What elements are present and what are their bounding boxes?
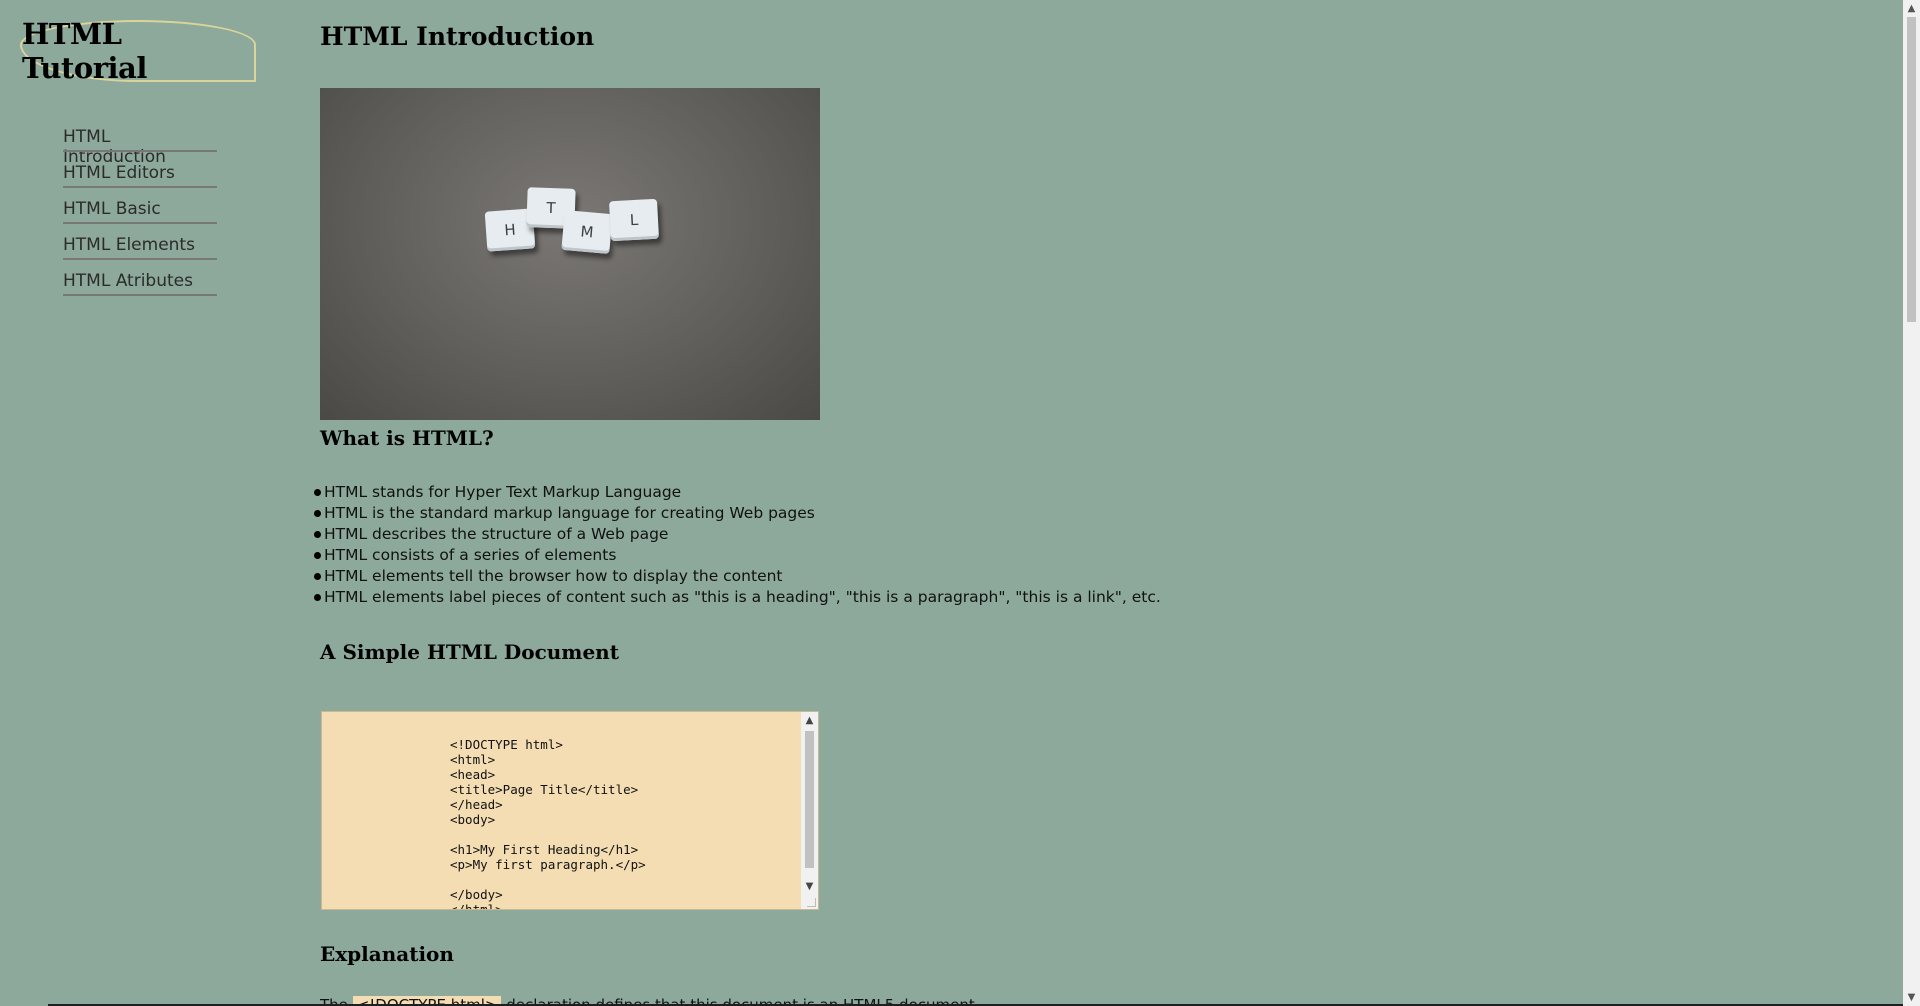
sidebar-item-editors[interactable]: HTML Editors xyxy=(63,160,217,196)
tile-l: L xyxy=(608,198,660,242)
html-facts-list: HTML stands for Hyper Text Markup Langua… xyxy=(314,482,1161,608)
code-sample: <!DOCTYPE html> <html> <head> <title>Pag… xyxy=(450,737,646,910)
sidebar-item-elements[interactable]: HTML Elements xyxy=(63,232,217,268)
code-scroll-thumb[interactable] xyxy=(805,731,814,868)
list-item: HTML consists of a series of elements xyxy=(314,545,1161,566)
what-is-html-heading: What is HTML? xyxy=(320,426,494,450)
page-scroll-down-icon[interactable]: ▼ xyxy=(1903,989,1920,1006)
explanation-heading: Explanation xyxy=(320,942,454,966)
list-item: HTML describes the structure of a Web pa… xyxy=(314,524,1161,545)
simple-document-heading: A Simple HTML Document xyxy=(320,640,619,664)
resize-grip-icon[interactable] xyxy=(807,898,816,907)
sidebar-item-introduction[interactable]: HTML Introduction xyxy=(63,124,217,167)
logo-text: HTML Tutorial xyxy=(22,17,147,85)
page-scrollbar[interactable]: ▲ ▼ xyxy=(1903,0,1920,1006)
sidebar-item-basic[interactable]: HTML Basic xyxy=(63,196,217,232)
list-item: HTML elements label pieces of content su… xyxy=(314,588,1161,606)
sidebar-nav: HTML Introduction HTML Editors HTML Basi… xyxy=(63,124,217,304)
code-scrollbar[interactable]: ▲ ▼ xyxy=(801,712,818,909)
scroll-up-icon[interactable]: ▲ xyxy=(801,712,818,729)
list-item: HTML elements tell the browser how to di… xyxy=(314,566,1161,587)
scroll-down-icon[interactable]: ▼ xyxy=(801,878,818,895)
tile-m: M xyxy=(561,209,613,255)
list-item: HTML stands for Hyper Text Markup Langua… xyxy=(314,482,1161,503)
page-scroll-up-icon[interactable]: ▲ xyxy=(1903,0,1920,17)
hero-image: H T M L xyxy=(320,88,820,420)
list-item: HTML is the standard markup language for… xyxy=(314,503,1161,524)
page: HTML Tutorial HTML Introduction HTML Edi… xyxy=(0,0,1920,1006)
page-scroll-thumb[interactable] xyxy=(1907,17,1916,322)
code-textarea[interactable]: <!DOCTYPE html> <html> <head> <title>Pag… xyxy=(321,711,819,910)
page-title: HTML Introduction xyxy=(320,22,595,51)
site-logo[interactable]: HTML Tutorial xyxy=(20,17,256,85)
sidebar-item-attributes[interactable]: HTML Atributes xyxy=(63,268,217,304)
